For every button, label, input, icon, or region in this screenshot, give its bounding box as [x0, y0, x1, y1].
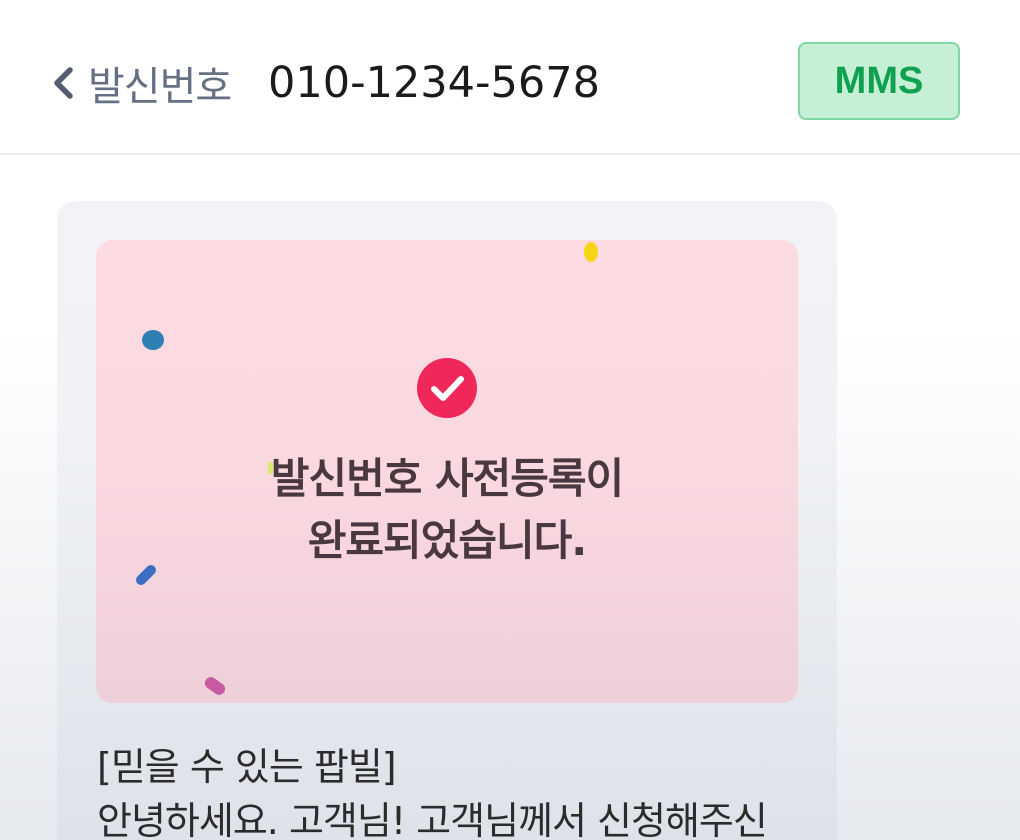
card-title-line: 완료되었습니다. — [307, 516, 587, 565]
card-title: 발신번호 사전등록이 완료되었습니다. — [96, 448, 798, 572]
message-type-badge: MMS — [798, 42, 960, 120]
mms-image-card: 발신번호 사전등록이 완료되었습니다. — [96, 240, 798, 703]
message-line: 안녕하세요. 고객님! 고객님께서 신청해주신 — [97, 799, 768, 840]
chevron-left-icon — [54, 67, 73, 99]
check-circle-icon — [417, 358, 477, 418]
confetti-dot — [142, 330, 164, 350]
confetti-dot — [202, 674, 228, 698]
top-bar: 발신번호 010-1234-5678 MMS — [0, 0, 1020, 155]
confetti-dot — [584, 242, 598, 262]
back-label: 발신번호 — [88, 64, 232, 110]
sender-phone-number: 010-1234-5678 — [268, 58, 600, 108]
back-button[interactable]: 발신번호 — [48, 58, 232, 110]
message-line: [믿을 수 있는 팝빌] — [97, 745, 397, 789]
message-text: [믿을 수 있는 팝빌] 안녕하세요. 고객님! 고객님께서 신청해주신 — [97, 740, 817, 840]
card-title-line: 발신번호 사전등록이 — [270, 454, 624, 503]
